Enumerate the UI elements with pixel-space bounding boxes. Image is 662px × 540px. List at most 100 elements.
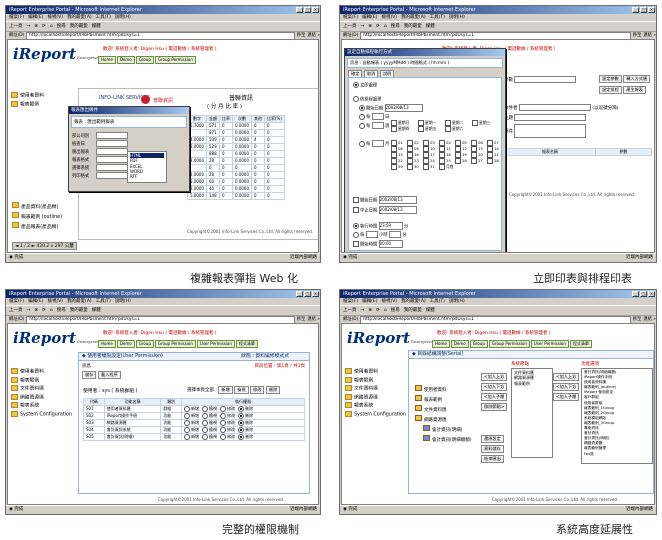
- by-schedule-option[interactable]: 依排程處理: [353, 96, 381, 103]
- generate-report-button[interactable]: 產生報表: [623, 86, 646, 94]
- permission-option[interactable]: 新增: [183, 406, 199, 412]
- tab-home[interactable]: Home: [98, 56, 116, 64]
- maximize-icon[interactable]: □: [640, 291, 647, 297]
- menu-tools[interactable]: 工具(T): [430, 15, 445, 20]
- monthday-option[interactable]: 30: [407, 164, 423, 170]
- prev-page-button[interactable]: ◄: [15, 244, 18, 249]
- refresh-button[interactable]: ⟳: [42, 308, 46, 313]
- permission-option[interactable]: 檢視: [201, 427, 217, 433]
- function-options-list[interactable]: 會計資訊(明細總額) iReport操作手冊 使用者資料匯 報表範例_(outline…: [581, 368, 653, 464]
- maximize-icon[interactable]: □: [304, 7, 311, 13]
- tab-program-list[interactable]: 程式清單: [569, 340, 592, 348]
- forward-button[interactable]: →: [27, 24, 31, 29]
- maximize-icon[interactable]: □: [640, 7, 647, 13]
- tab-group[interactable]: Group: [135, 56, 154, 64]
- home-button[interactable]: ⌂: [384, 308, 387, 313]
- back-button[interactable]: 上一頁: [9, 24, 23, 29]
- param-input[interactable]: [514, 76, 577, 83]
- favorites-button[interactable]: 我的最愛: [70, 308, 88, 313]
- permission-option[interactable]: 新增: [183, 427, 199, 433]
- days-input[interactable]: [371, 113, 384, 120]
- sidebar-item[interactable]: 產品報表(產品類): [12, 222, 62, 232]
- menu-favorites[interactable]: 我的最愛(A): [401, 15, 426, 20]
- tree-node[interactable]: 使用者資料: [415, 385, 472, 395]
- tab-demo[interactable]: Demo: [116, 56, 135, 64]
- tab-demo[interactable]: Demo: [450, 340, 469, 348]
- stop-button[interactable]: ⊗: [34, 308, 38, 313]
- forward-button[interactable]: →: [361, 308, 365, 313]
- permission-option[interactable]: 新增: [183, 434, 199, 440]
- sidebar-item[interactable]: 報表範例 (outline): [12, 212, 62, 222]
- add-child-button[interactable]: <加入子層: [553, 393, 580, 401]
- format-listbox[interactable]: HTML PDF EXCEL WORD RTF: [127, 151, 167, 183]
- back-button[interactable]: 上一頁: [343, 308, 357, 313]
- tree-node[interactable]: 文件資料匯: [415, 405, 472, 415]
- sidebar-item-users[interactable]: 使用者資料: [11, 368, 71, 377]
- weekday-option[interactable]: 星期四: [391, 126, 418, 132]
- monthday-option[interactable]: 29: [391, 164, 407, 170]
- home-button[interactable]: ⌂: [384, 24, 387, 29]
- menu-help[interactable]: 說明(H): [449, 299, 465, 304]
- forward-button[interactable]: →: [361, 24, 365, 29]
- add-below-button[interactable]: <加入下方: [481, 383, 508, 391]
- tab-group[interactable]: Group: [469, 340, 488, 348]
- media-button[interactable]: 媒體: [426, 308, 435, 313]
- tab-program-list[interactable]: 程式清單: [235, 340, 258, 348]
- permission-option[interactable]: 檢視: [201, 413, 217, 419]
- weekday-option[interactable]: 星期三: [472, 120, 499, 126]
- permission-option[interactable]: 新增: [183, 413, 199, 419]
- weekday-option[interactable]: 星期五: [418, 126, 445, 132]
- menu-help[interactable]: 說明(H): [115, 299, 131, 304]
- weeks-input[interactable]: [371, 122, 384, 129]
- dialog-row-input[interactable]: [96, 156, 128, 163]
- select-edit-button[interactable]: 修改: [250, 386, 265, 394]
- dialog-row-input[interactable]: [96, 172, 128, 179]
- tab-home[interactable]: Home: [98, 340, 116, 348]
- menu-help[interactable]: 說明(H): [449, 15, 465, 20]
- system-nodes-list[interactable]: 文件資料匯 網路資源匯 報表範例: [511, 368, 553, 458]
- close-icon[interactable]: ×: [648, 7, 655, 13]
- subject-input[interactable]: [514, 114, 587, 121]
- list-item[interactable]: Fax區: [584, 452, 650, 457]
- run-now-option[interactable]: 立即處理: [353, 82, 377, 89]
- load-procedure-button[interactable]: 載入程序: [97, 371, 121, 379]
- sidebar-item-config[interactable]: System Configuration: [345, 410, 406, 420]
- permission-option[interactable]: 修改: [219, 406, 235, 412]
- search-button[interactable]: 搜尋: [57, 24, 66, 29]
- back-button[interactable]: 上一頁: [9, 308, 23, 313]
- tree-node[interactable]: 網路資源匯: [415, 415, 472, 425]
- menu-tools[interactable]: 工具(T): [96, 299, 111, 304]
- permission-option[interactable]: 修改: [219, 434, 235, 440]
- event-input[interactable]: [514, 124, 587, 138]
- add-above-button[interactable]: <加入上方: [481, 373, 508, 381]
- tab-user-permission[interactable]: User Permission: [530, 340, 569, 348]
- select-delete-button[interactable]: 刪除: [265, 386, 281, 394]
- tab-group[interactable]: Group: [135, 340, 154, 348]
- permission-option[interactable]: 修改: [219, 413, 235, 419]
- permission-option[interactable]: 修改: [219, 427, 235, 433]
- media-button[interactable]: 媒體: [92, 308, 101, 313]
- menu-file[interactable]: 檔案(F): [9, 15, 24, 20]
- stop-button[interactable]: ⊗: [34, 24, 38, 29]
- start-date-check[interactable]: 開始日期 2002/08/13: [353, 196, 417, 204]
- dialog-row-input[interactable]: [96, 140, 128, 147]
- start-time-input[interactable]: 00:00: [378, 240, 403, 248]
- set-param-button[interactable]: 設定參數: [599, 75, 622, 83]
- permission-option[interactable]: 刪除: [237, 406, 253, 412]
- start-date-input[interactable]: 2002/08/13: [384, 104, 423, 112]
- tab-demo[interactable]: Demo: [116, 340, 135, 348]
- minimize-icon[interactable]: _: [632, 291, 639, 297]
- favorites-button[interactable]: 我的最愛: [404, 308, 422, 313]
- permission-option[interactable]: 刪除: [237, 413, 253, 419]
- search-button[interactable]: 搜尋: [391, 24, 400, 29]
- permission-option[interactable]: 刪除: [237, 427, 253, 433]
- run-time-input[interactable]: 23:59: [378, 222, 403, 230]
- save-button[interactable]: 儲存: [82, 371, 97, 379]
- monthday-option[interactable]: 31: [423, 164, 439, 170]
- search-button[interactable]: 搜尋: [391, 308, 400, 313]
- dialog-row-input[interactable]: [96, 148, 128, 155]
- add-child-button[interactable]: <加入子層: [481, 393, 508, 401]
- menu-view[interactable]: 檢視(V): [47, 299, 63, 304]
- monthday-option[interactable]: 月底: [439, 164, 455, 170]
- forward-button[interactable]: →: [27, 308, 31, 313]
